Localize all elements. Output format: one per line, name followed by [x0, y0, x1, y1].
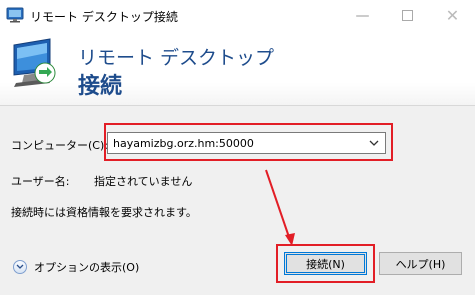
username-value: 指定されていません — [94, 175, 193, 188]
show-options-label: オプションの表示(O) — [34, 261, 140, 274]
app-icon — [6, 7, 24, 23]
minimize-button[interactable]: — — [340, 0, 385, 31]
help-button[interactable]: ヘルプ(H) — [379, 252, 462, 275]
close-icon: ✕ — [445, 6, 460, 25]
banner-divider — [0, 105, 475, 106]
close-button[interactable]: ✕ — [430, 0, 475, 31]
username-label: ユーザー名: — [11, 175, 70, 188]
maximize-icon — [402, 10, 413, 21]
banner-title: リモート デスクトップ — [78, 47, 275, 69]
header-banner: リモート デスクトップ 接続 — [0, 31, 475, 105]
options-chevron-icon — [13, 260, 27, 274]
title-bar: リモート デスクトップ接続 — ✕ — [0, 0, 475, 31]
minimize-icon: — — [355, 7, 370, 24]
show-options-toggle[interactable]: オプションの表示(O) — [13, 259, 139, 275]
computer-label: コンピューター(C): — [11, 139, 108, 152]
window-title: リモート デスクトップ接続 — [30, 10, 178, 24]
remote-desktop-logo — [13, 38, 56, 87]
banner-subtitle: 接続 — [78, 74, 123, 99]
maximize-button[interactable] — [385, 0, 430, 31]
annotation-arrow — [265, 169, 295, 246]
annotation-box-connect — [276, 244, 375, 283]
annotation-box-computer — [104, 123, 393, 161]
help-button-label: ヘルプ(H) — [395, 257, 446, 271]
credentials-note: 接続時には資格情報を要求されます。 — [11, 206, 197, 219]
